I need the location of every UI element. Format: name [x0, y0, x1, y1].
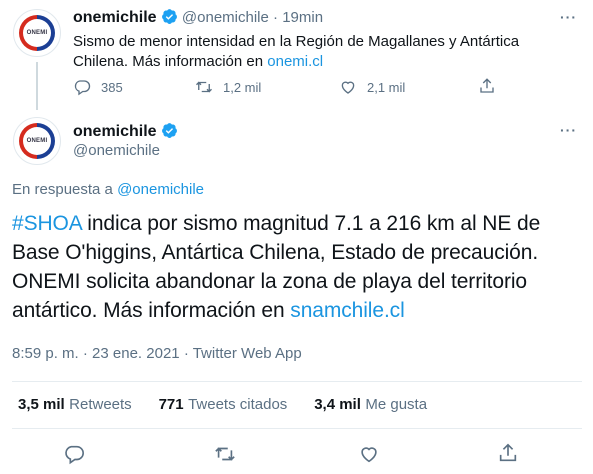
main-tweet-text-line-4: antártico. Más información en snamchile.… [12, 296, 540, 325]
thread-connector-line [36, 62, 38, 110]
main-tweet-text-line-2: Base O'higgins, Antártica Chilena, Estad… [12, 241, 539, 264]
top-tweet-text-line-2-prefix: Chilena. Más información en [73, 53, 268, 70]
main-tweet-text: #SHOA indica por sismo magnitud 7.1 a 21… [12, 209, 540, 325]
main-tweet-header: onemichile [73, 122, 178, 141]
divider-bottom [12, 428, 582, 429]
top-tweet-text-line-1: Sismo de menor intensidad en la Región d… [73, 33, 520, 50]
quotes-count: 771 [158, 396, 184, 413]
like-count: 2,1 mil [367, 79, 406, 95]
retweets-count: 3,5 mil [18, 396, 65, 413]
hashtag-link[interactable]: #SHOA [12, 212, 82, 235]
top-tweet-time[interactable]: 19min [282, 9, 323, 26]
likes-stat[interactable]: 3,4 mil Me gusta [314, 396, 427, 413]
main-tweet-display-name[interactable]: onemichile [73, 123, 157, 140]
top-tweet-link[interactable]: onemi.cl [267, 53, 323, 70]
top-tweet-text: Sismo de menor intensidad en la Región d… [73, 32, 519, 72]
reply-icon [74, 80, 91, 96]
main-tweet-handle[interactable]: @onemichile [73, 142, 160, 159]
top-tweet-separator: · [273, 9, 279, 26]
top-tweet-handle[interactable]: @onemichile [182, 9, 269, 26]
main-tweet-link[interactable]: snamchile.cl [290, 299, 404, 322]
top-tweet-more-icon[interactable]: ··· [560, 9, 577, 25]
main-tweet-avatar[interactable]: ONEMI [13, 117, 61, 165]
main-tweet-text-line-1-rest: indica por sismo magnitud 7.1 a 216 km a… [81, 212, 541, 235]
main-tweet-more-icon[interactable]: ··· [560, 122, 577, 138]
main-tweet-date[interactable]: 23 ene. 2021 [92, 345, 180, 362]
retweet-icon [215, 447, 235, 461]
reply-context-prefix: En respuesta a [12, 181, 118, 198]
main-tweet-text-line-1: #SHOA indica por sismo magnitud 7.1 a 21… [12, 209, 540, 238]
main-share-button[interactable] [497, 442, 519, 469]
retweet-icon [196, 81, 212, 93]
reply-context-handle[interactable]: @onemichile [117, 181, 204, 198]
main-retweet-button[interactable] [214, 443, 236, 470]
retweets-stat[interactable]: 3,5 mil Retweets [18, 396, 132, 413]
like-icon [361, 447, 377, 463]
main-like-button[interactable] [358, 443, 380, 470]
retweet-action[interactable]: 1,2 mil [195, 78, 261, 96]
stats-row: 3,5 mil Retweets 771 Tweets citados 3,4 … [18, 396, 427, 414]
share-icon [480, 78, 494, 93]
main-tweet-text-line-4-prefix: antártico. Más información en [12, 299, 291, 322]
main-reply-button[interactable] [63, 443, 85, 470]
avatar-logo-text: ONEMI [23, 127, 51, 155]
verified-badge-icon [162, 123, 177, 138]
divider-top [12, 381, 582, 382]
reply-context: En respuesta a @onemichile [12, 181, 204, 198]
main-tweet-time[interactable]: 8:59 p. m. [12, 345, 79, 362]
avatar-logo-text: ONEMI [23, 19, 51, 47]
top-tweet-avatar[interactable]: ONEMI [13, 9, 61, 57]
quotes-label: Tweets citados [188, 396, 288, 413]
like-icon [341, 81, 355, 94]
meta-separator: · [82, 345, 88, 362]
main-tweet-source[interactable]: Twitter Web App [193, 345, 302, 362]
main-tweet-text-line-3: ONEMI solicita abandonar la zona de play… [12, 270, 528, 293]
top-tweet-display-name[interactable]: onemichile [73, 9, 157, 26]
likes-count: 3,4 mil [314, 396, 361, 413]
retweet-count: 1,2 mil [223, 79, 262, 95]
reply-action[interactable]: 385 [73, 78, 123, 96]
reply-icon [65, 445, 84, 465]
likes-label: Me gusta [365, 396, 428, 413]
verified-badge-icon [161, 9, 177, 24]
quotes-stat[interactable]: 771 Tweets citados [159, 396, 288, 413]
meta-separator: · [183, 345, 189, 362]
like-action[interactable]: 2,1 mil [339, 78, 405, 96]
share-icon [499, 443, 517, 462]
top-tweet-header: onemichile @onemichile · 19min [73, 8, 323, 27]
retweets-label: Retweets [69, 396, 132, 413]
top-tweet-text-line-2: Chilena. Más información en onemi.cl [73, 52, 519, 72]
reply-count: 385 [101, 79, 123, 95]
share-action[interactable] [478, 77, 496, 100]
main-tweet-meta: 8:59 p. m. · 23 ene. 2021 · Twitter Web … [12, 345, 302, 362]
